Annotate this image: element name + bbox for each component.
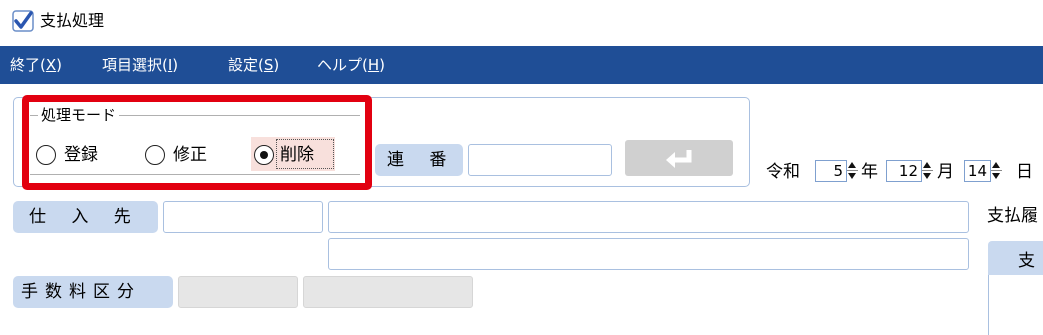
menu-mnemonic: X (45, 56, 57, 74)
menu-item-help[interactable]: ヘルプ(H) (317, 46, 385, 84)
menu-mnemonic: S (263, 56, 274, 74)
supplier-label: 仕 入 先 (13, 201, 158, 233)
enter-return-icon (666, 150, 692, 168)
supplier-name2-input[interactable] (328, 238, 969, 270)
menu-close-paren: ) (172, 56, 179, 74)
serial-label: 連 番 (375, 144, 463, 176)
menu-label: 終了( (10, 56, 46, 74)
serial-input[interactable] (468, 144, 612, 176)
window-title: 支払処理 (40, 11, 105, 30)
spin-up-icon (992, 162, 1000, 168)
date-month-input[interactable]: 12 (886, 160, 922, 182)
spin-up-icon (848, 162, 856, 168)
menu-item-exit[interactable]: 終了(X) (10, 46, 62, 84)
menu-label: 項目選択( (102, 56, 168, 74)
spin-down-icon (848, 173, 856, 179)
menu-item-select-items[interactable]: 項目選択(I) (102, 46, 178, 84)
menu-label: ヘルプ( (317, 56, 368, 74)
spin-separator (847, 170, 858, 171)
date-year-unit: 年 (861, 162, 878, 182)
date-day-input[interactable]: 14 (964, 160, 991, 182)
year-spinner[interactable] (847, 160, 858, 182)
highlight-frame (22, 95, 372, 190)
month-spinner[interactable] (922, 160, 933, 182)
date-day-unit: 日 (1016, 162, 1033, 182)
title-bar (0, 0, 1043, 44)
spin-down-icon (923, 173, 931, 179)
date-era: 令和 (766, 162, 800, 182)
checkmark-app-icon (12, 10, 34, 32)
payment-panel-header: 支 (988, 241, 1043, 275)
menu-close-paren: ) (273, 56, 280, 74)
payment-history-label: 支払履 (987, 206, 1038, 226)
menu-label: 設定( (228, 56, 264, 74)
supplier-code-input[interactable] (163, 201, 323, 233)
menu-close-paren: ) (56, 56, 62, 74)
spin-up-icon (923, 162, 931, 168)
menu-item-settings[interactable]: 設定(S) (228, 46, 279, 84)
enter-button[interactable] (625, 140, 733, 176)
menu-close-paren: ) (379, 56, 385, 74)
fee-category-name-input (303, 276, 473, 308)
payment-panel-header-text: 支 (1018, 251, 1035, 271)
spin-down-icon (992, 173, 1000, 179)
payment-panel-body (988, 275, 1043, 335)
date-month-unit: 月 (937, 162, 954, 182)
day-spinner[interactable] (991, 160, 1002, 182)
fee-category-code-input (178, 276, 298, 308)
supplier-name-input[interactable] (328, 201, 969, 233)
fee-category-label: 手数料区分 (13, 276, 173, 308)
date-year-input[interactable]: 5 (815, 160, 847, 182)
spin-separator (922, 170, 933, 171)
spin-separator (991, 170, 1002, 171)
menu-mnemonic: H (367, 56, 380, 74)
menu-bar: 終了(X) 項目選択(I) 設定(S) ヘルプ(H) (0, 46, 1043, 84)
